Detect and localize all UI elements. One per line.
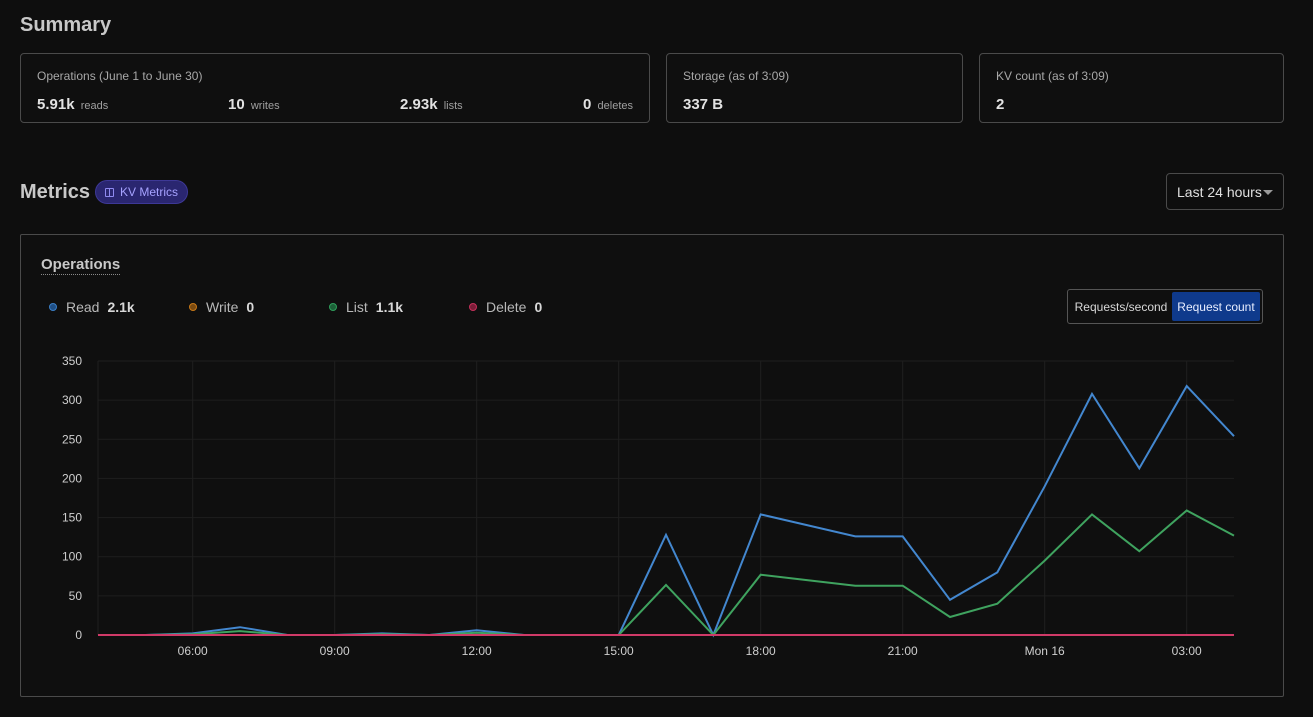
operations-chart-panel: Operations Read 2.1k Write 0 List 1.1k D… <box>20 234 1284 697</box>
storage-card-label: Storage (as of 3:09) <box>683 69 789 83</box>
deletes-value: 0 <box>583 96 592 113</box>
kv-metrics-badge[interactable]: KV Metrics <box>95 180 188 204</box>
x-tick-label: 15:00 <box>604 644 634 658</box>
operations-card-label: Operations (June 1 to June 30) <box>37 69 202 83</box>
reads-stat: 5.91k reads <box>37 96 108 113</box>
x-tick-label: 06:00 <box>178 644 208 658</box>
y-tick-label: 50 <box>69 589 83 603</box>
chevron-down-icon <box>1263 190 1273 195</box>
lists-value: 2.93k <box>400 96 438 113</box>
y-tick-label: 350 <box>62 354 82 368</box>
x-tick-label: 21:00 <box>888 644 918 658</box>
metrics-title: Metrics <box>20 181 91 203</box>
operations-card: Operations (June 1 to June 30) 5.91k rea… <box>20 53 650 123</box>
operations-chart: 0 50 100 150 200 250 300 350 06:00 09:00 12:00 15:0… <box>62 354 1235 658</box>
operations-label: Operations <box>37 69 96 83</box>
summary-title: Summary <box>20 14 112 36</box>
lists-stat: 2.93k lists <box>400 96 463 113</box>
x-tick-label: Mon 16 <box>1025 644 1065 658</box>
writes-stat: 10 writes <box>228 96 280 113</box>
x-tick-label: 18:00 <box>746 644 776 658</box>
kv-count-label: KV count <box>996 69 1045 83</box>
writes-value: 10 <box>228 96 245 113</box>
kv-metrics-badge-label: KV Metrics <box>119 185 178 199</box>
writes-unit: writes <box>250 100 280 112</box>
y-tick-label: 100 <box>62 550 82 564</box>
x-tick-label: 03:00 <box>1172 644 1202 658</box>
lists-unit: lists <box>443 100 463 112</box>
kv-count-value: 2 <box>996 96 1005 113</box>
operations-range: (June 1 to June 30) <box>99 69 203 83</box>
kv-count-sub: (as of 3:09) <box>1048 69 1109 83</box>
storage-sub: (as of 3:09) <box>728 69 790 83</box>
y-tick-label: 0 <box>75 628 82 642</box>
storage-card: Storage (as of 3:09) 337 B <box>666 53 963 123</box>
x-tick-label: 09:00 <box>320 644 350 658</box>
y-tick-label: 150 <box>62 511 82 525</box>
time-range-value: Last 24 hours <box>1177 183 1262 200</box>
x-tick-label: 12:00 <box>462 644 492 658</box>
kv-count-card: KV count (as of 3:09) 2 <box>979 53 1284 123</box>
reads-value: 5.91k <box>37 96 75 113</box>
deletes-stat: 0 deletes <box>583 96 633 113</box>
deletes-unit: deletes <box>597 100 633 112</box>
series-line-list <box>98 509 1235 637</box>
series-line-read <box>98 384 1235 638</box>
y-tick-label: 250 <box>62 432 82 446</box>
time-range-select[interactable]: Last 24 hours <box>1166 173 1284 210</box>
y-tick-label: 200 <box>62 471 82 485</box>
storage-label: Storage <box>683 69 726 83</box>
reads-unit: reads <box>80 100 109 112</box>
book-icon <box>104 187 114 197</box>
y-tick-label: 300 <box>62 393 82 407</box>
kv-count-card-label: KV count (as of 3:09) <box>996 69 1109 83</box>
storage-value: 337 B <box>683 96 724 113</box>
